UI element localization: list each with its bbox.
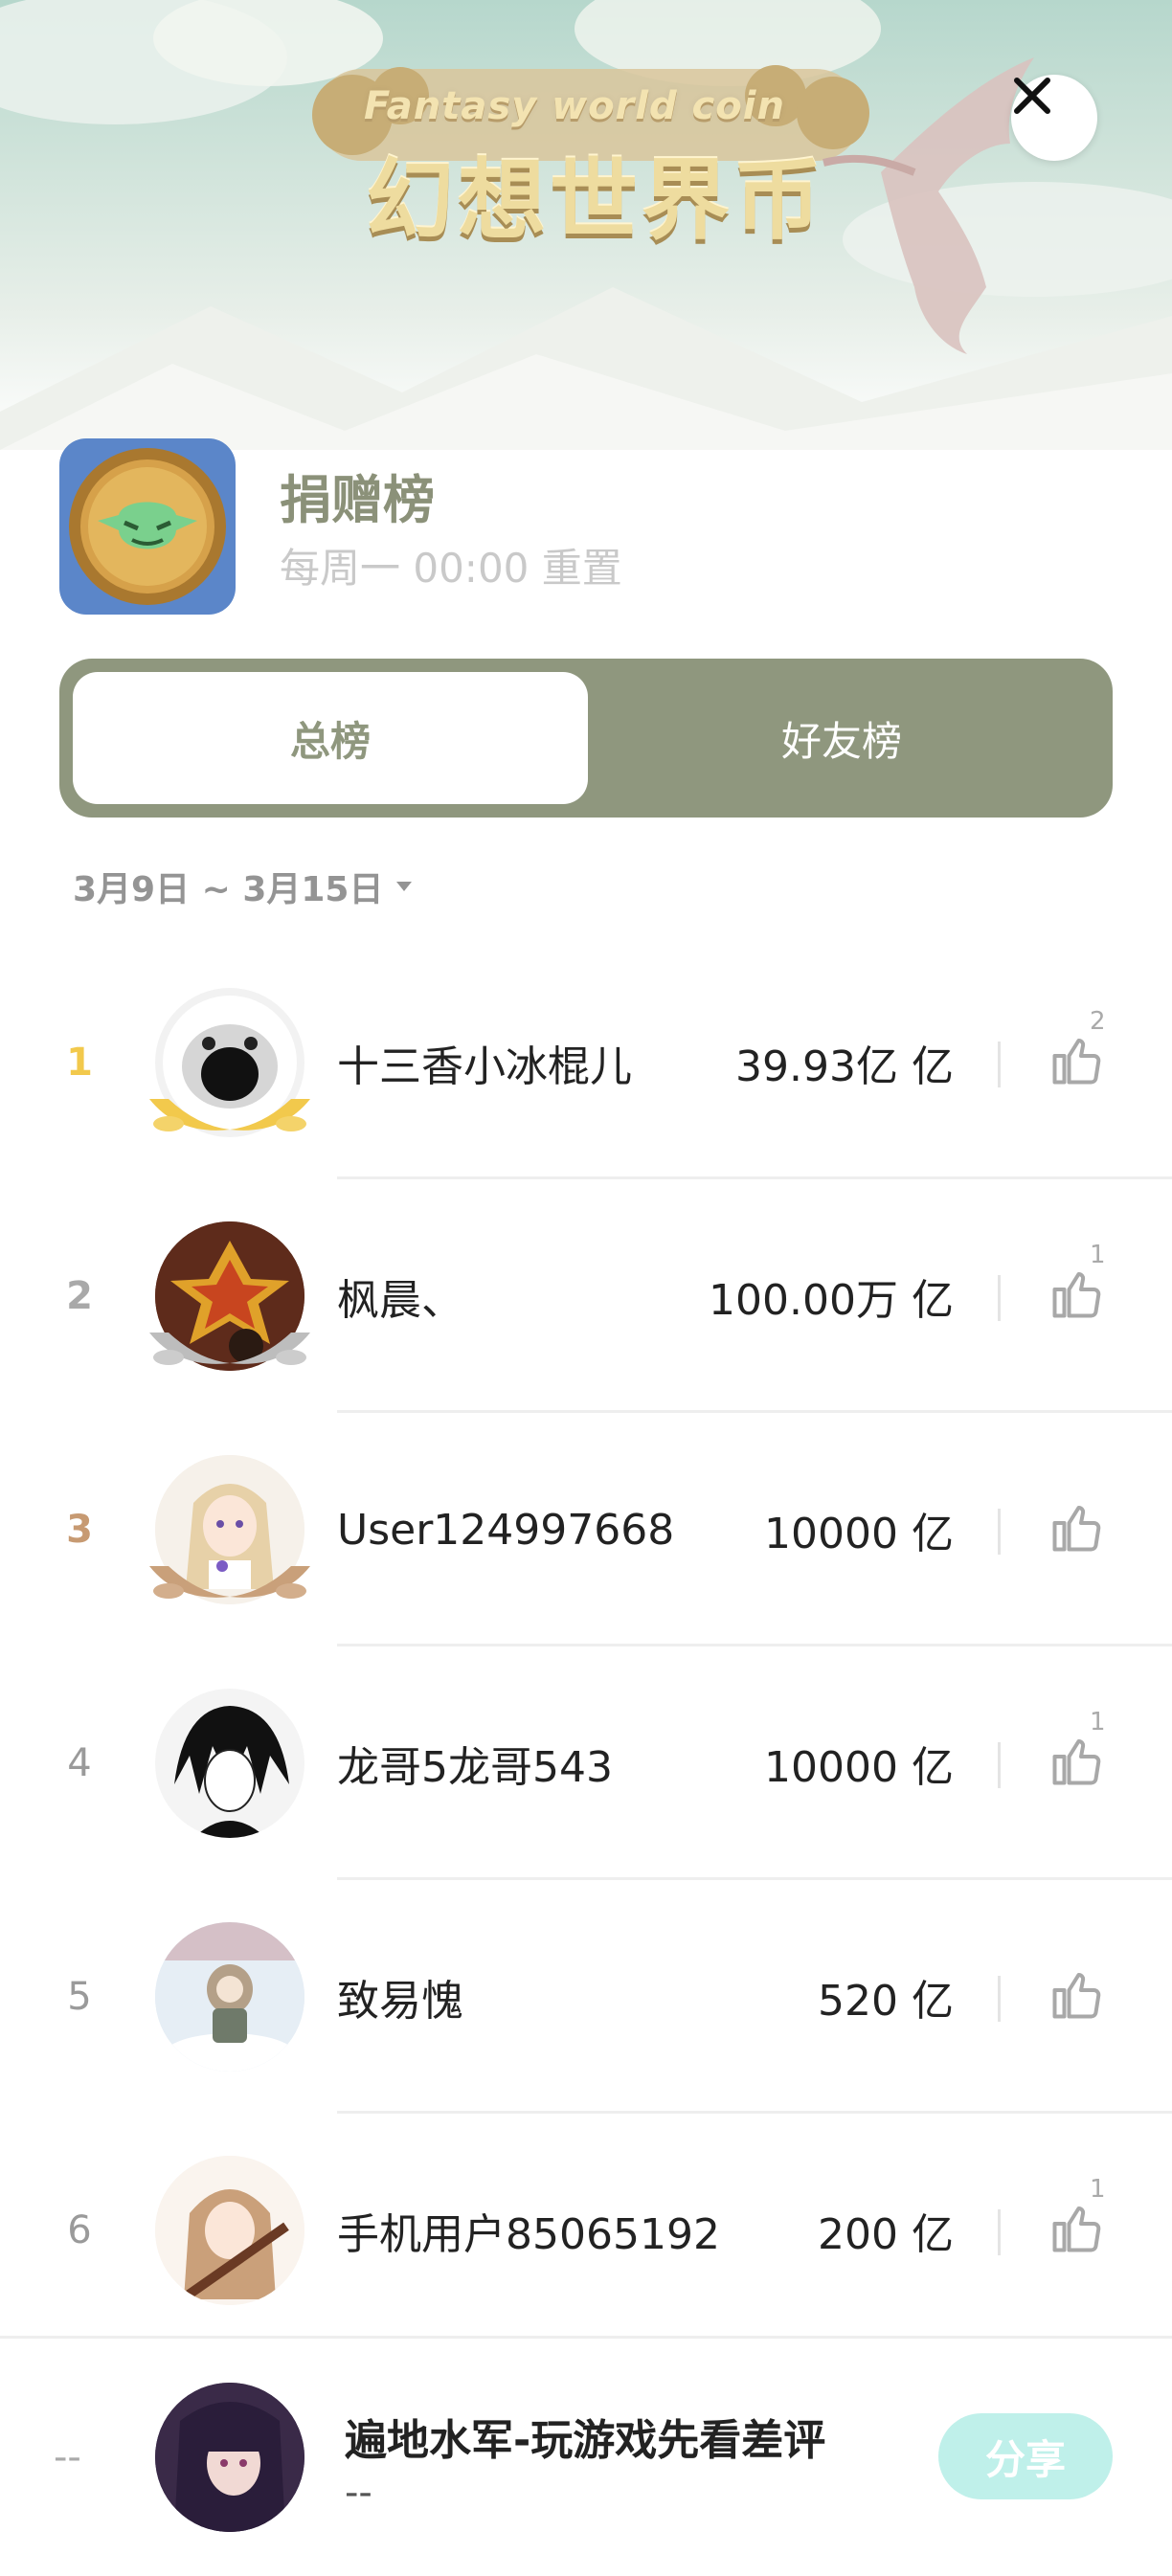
close-button[interactable] (1011, 75, 1097, 161)
divider (998, 1742, 1001, 1788)
like-count: 1 (1090, 2175, 1106, 2204)
divider (998, 1976, 1001, 2022)
donation-amount: 10000 亿 (764, 1510, 954, 1558)
rank-number: 4 (67, 1741, 92, 1785)
like-count: 1 (1090, 1241, 1106, 1269)
like-count: 1 (1090, 1708, 1106, 1736)
user-name: 手机用户85065192 (337, 2210, 720, 2259)
share-button[interactable]: 分享 (938, 2413, 1113, 2499)
leaderboard-row[interactable]: 3 User124997668 10000 亿 (0, 1413, 1172, 1646)
my-rank-bar: -- 遍地水军-玩游戏先看差评 -- 分享 (0, 2336, 1172, 2576)
rank-number: 3 (66, 1508, 93, 1552)
like-thumb-icon[interactable] (1048, 2200, 1105, 2257)
leaderboard-row[interactable]: 6 手机用户85065192 200 亿 1 (0, 2114, 1172, 2347)
like-thumb-icon[interactable] (1048, 1266, 1105, 1323)
tab-friends[interactable]: 好友榜 (584, 672, 1099, 804)
caret-down-icon (396, 882, 413, 891)
close-icon (1014, 78, 1050, 114)
donation-amount: 39.93亿 亿 (735, 1042, 954, 1091)
game-icon (59, 438, 236, 615)
bronze-laurel-icon (149, 1566, 310, 1599)
like-thumb-icon[interactable] (1048, 1966, 1105, 2024)
rank-number: 1 (66, 1041, 93, 1085)
like-thumb-icon[interactable] (1048, 1499, 1105, 1557)
leaderboard-row[interactable]: 2 枫晨、 100.00万 亿 1 (0, 1179, 1172, 1413)
donation-amount: 520 亿 (818, 1977, 954, 2026)
banner-title-zh: 幻想世界币 (366, 149, 826, 252)
silver-laurel-icon (149, 1333, 310, 1365)
rank-number: 5 (67, 1975, 92, 2019)
header-banner: Fantasy world coin 幻想世界币 (0, 0, 1172, 450)
leaderboard-row[interactable]: 5 致易愧 520 亿 (0, 1880, 1172, 2114)
leaderboard-row[interactable]: 1 十三香小冰棍儿 39.93亿 亿 2 (0, 946, 1172, 1179)
my-avatar[interactable] (155, 2383, 304, 2532)
date-range-label: 3月9日 ~ 3月15日 (73, 870, 384, 909)
gold-laurel-icon (149, 1099, 310, 1131)
user-name: 致易愧 (337, 1977, 463, 2026)
donation-amount: 100.00万 亿 (709, 1276, 954, 1325)
divider (998, 1042, 1001, 1087)
divider (998, 1275, 1001, 1321)
user-name: 枫晨、 (337, 1276, 463, 1325)
user-name: 十三香小冰棍儿 (337, 1042, 632, 1091)
user-name: User124997668 (337, 1505, 675, 1555)
avatar[interactable] (155, 2156, 304, 2305)
avatar[interactable] (155, 1689, 304, 1838)
donation-amount: 200 亿 (818, 2210, 954, 2259)
rank-number: 6 (67, 2208, 92, 2252)
my-rank: -- (54, 2435, 81, 2479)
user-name: 龙哥5龙哥543 (337, 1743, 613, 1792)
leaderboard-row[interactable]: 4 龙哥5龙哥543 10000 亿 1 (0, 1646, 1172, 1880)
divider (998, 1509, 1001, 1555)
donation-amount: 10000 亿 (764, 1743, 954, 1792)
avatar[interactable] (155, 1922, 304, 2072)
like-count: 2 (1090, 1007, 1106, 1036)
page-title: 捐赠榜 (280, 470, 435, 530)
rank-number: 2 (66, 1274, 93, 1318)
like-thumb-icon[interactable] (1048, 1032, 1105, 1089)
my-user-name: 遍地水军-玩游戏先看差评 (345, 2416, 826, 2465)
divider (998, 2209, 1001, 2255)
banner-title-en: Fantasy world coin (364, 84, 785, 128)
like-thumb-icon[interactable] (1048, 1733, 1105, 1790)
date-range-selector[interactable]: 3月9日 ~ 3月15日 (73, 862, 414, 911)
my-donation-amount: -- (345, 2471, 372, 2515)
tab-overall[interactable]: 总榜 (73, 672, 588, 804)
reset-info: 每周一 00:00 重置 (280, 545, 622, 592)
tab-bar: 总榜 好友榜 (59, 659, 1113, 818)
